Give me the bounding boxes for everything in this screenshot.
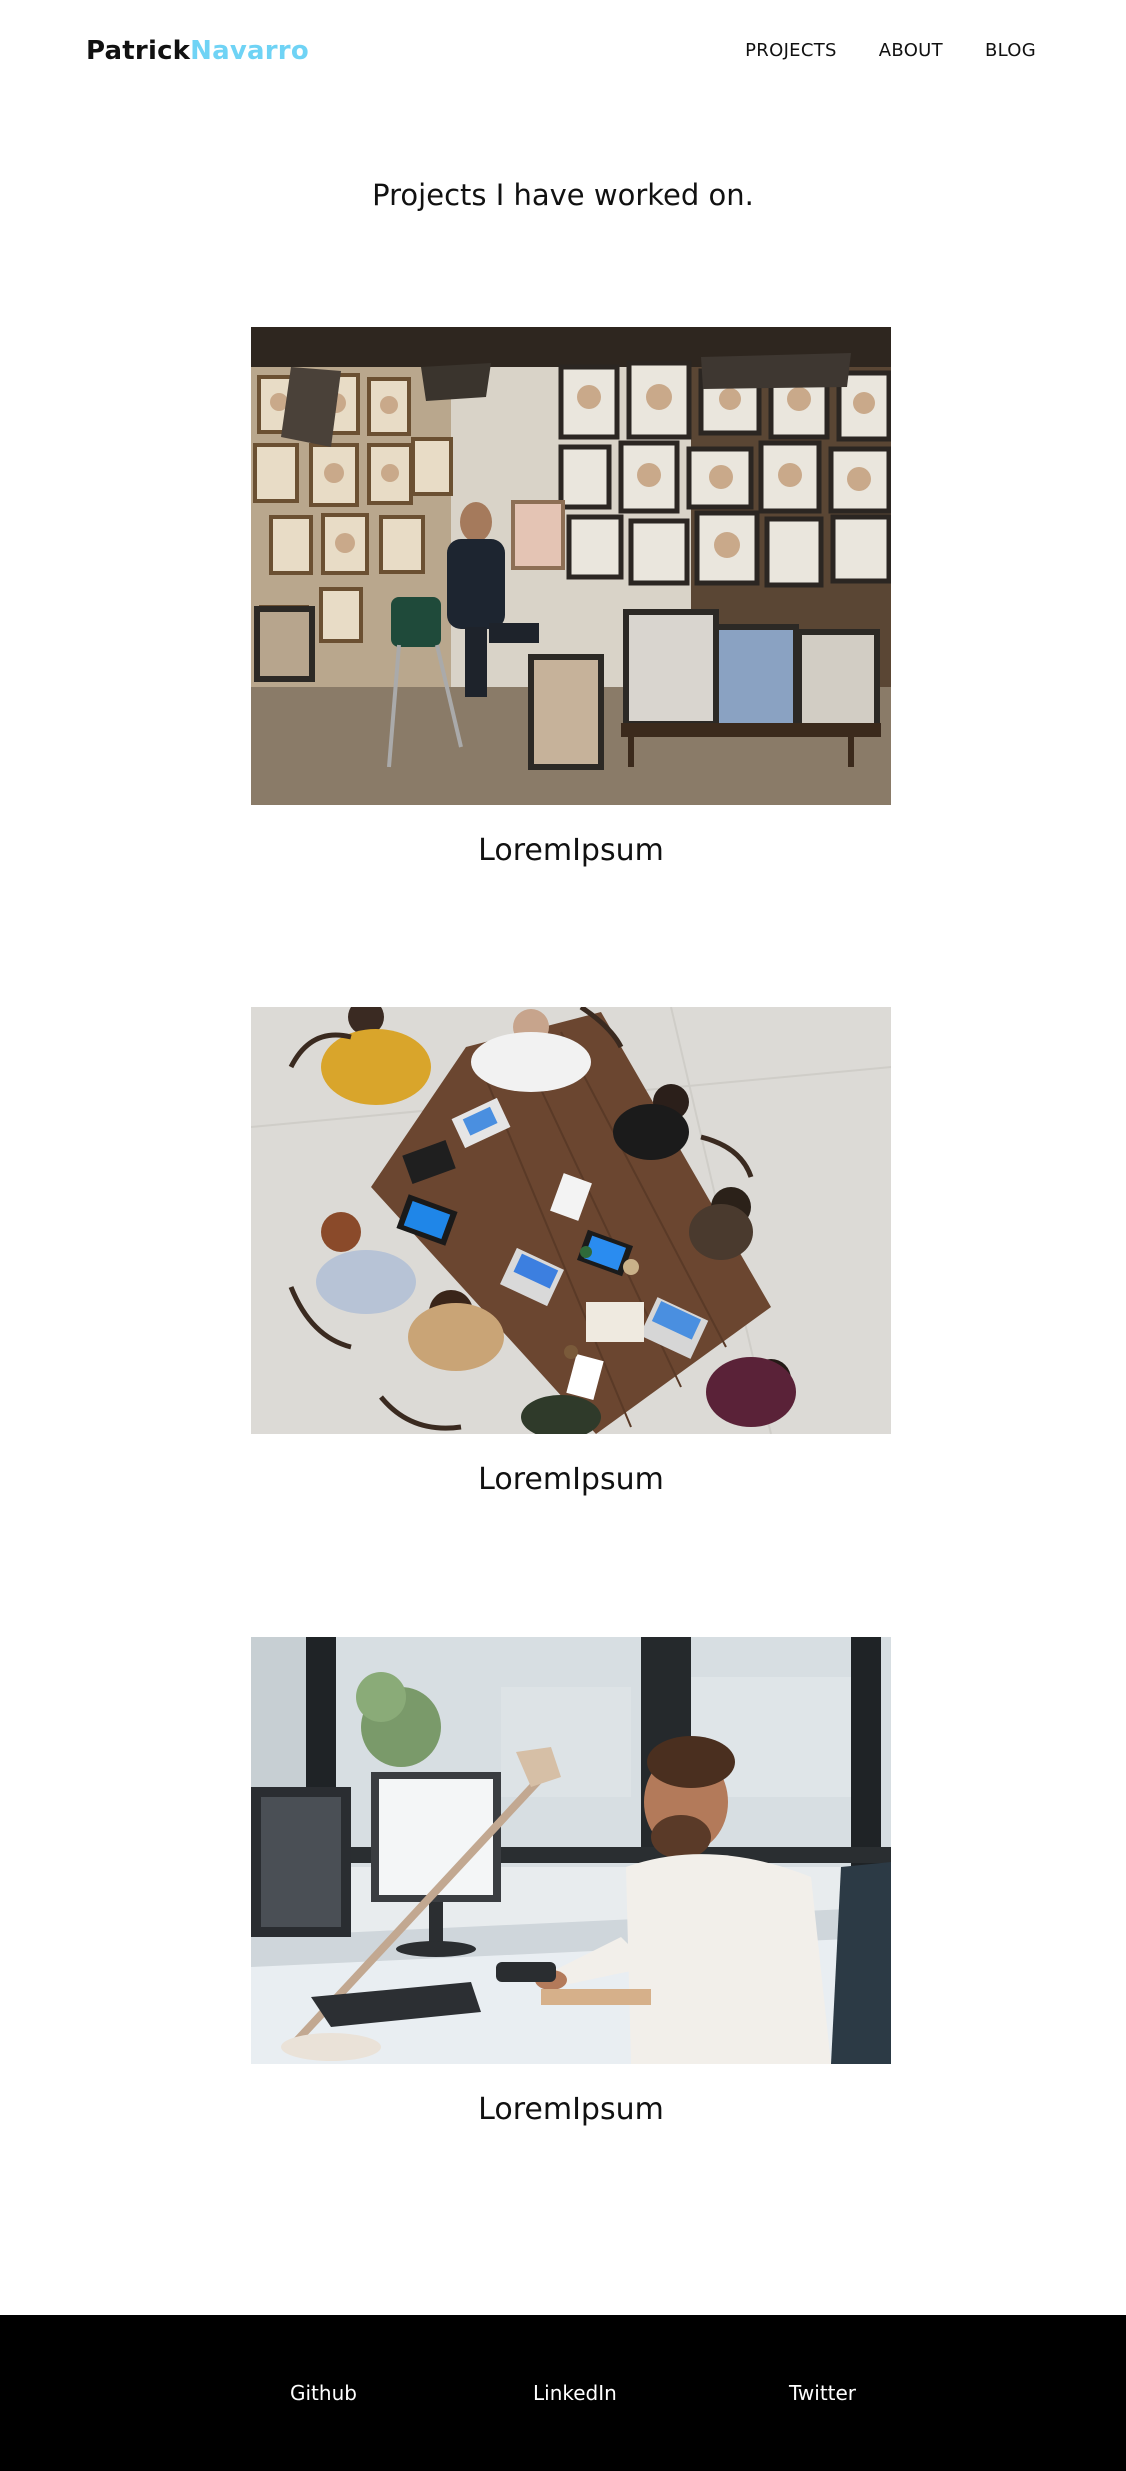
twitter-link[interactable]: Twitter: [789, 2381, 856, 2405]
page: PatrickNavarro PROJECTS ABOUT BLOG Proje…: [0, 0, 1126, 2471]
project-title: LoremIpsum: [478, 833, 664, 868]
nav-projects-link[interactable]: PROJECTS: [745, 40, 837, 61]
project-title: LoremIpsum: [478, 1462, 664, 1497]
logo-last-name: Navarro: [190, 36, 309, 66]
project-card[interactable]: LoremIpsum: [251, 1007, 891, 1497]
linkedin-link[interactable]: LinkedIn: [533, 2381, 617, 2405]
project-title: LoremIpsum: [478, 2092, 664, 2127]
main-nav: PROJECTS ABOUT BLOG: [745, 40, 1036, 61]
site-footer: Github LinkedIn Twitter: [0, 2315, 1126, 2471]
site-logo[interactable]: PatrickNavarro: [86, 36, 309, 66]
site-header: PatrickNavarro PROJECTS ABOUT BLOG: [0, 0, 1126, 104]
page-heading: Projects I have worked on.: [372, 178, 754, 212]
nav-blog-link[interactable]: BLOG: [985, 40, 1036, 61]
nav-about-link[interactable]: ABOUT: [879, 40, 943, 61]
man-at-computer-office-photo[interactable]: [251, 1637, 891, 2064]
project-card[interactable]: LoremIpsum: [251, 1637, 891, 2127]
github-link[interactable]: Github: [290, 2381, 357, 2405]
project-card[interactable]: LoremIpsum: [251, 327, 891, 868]
team-meeting-table-overhead-photo[interactable]: [251, 1007, 891, 1434]
portrait-artist-studio-photo[interactable]: [251, 327, 891, 805]
logo-first-name: Patrick: [86, 36, 191, 66]
